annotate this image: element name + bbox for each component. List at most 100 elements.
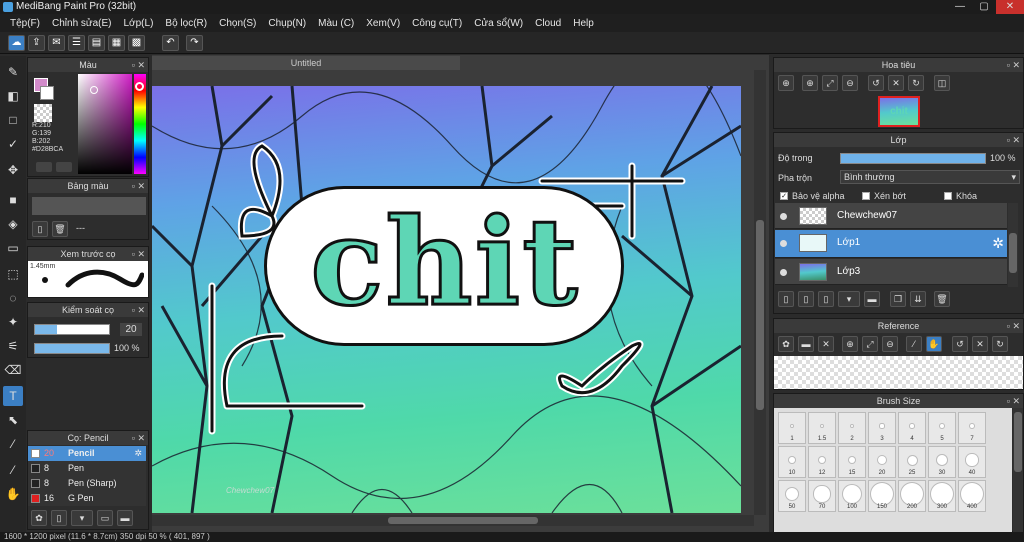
brush-tool-icon[interactable]: ✎ bbox=[3, 62, 23, 82]
new-layer-icon[interactable]: ▯ bbox=[778, 291, 794, 307]
menu-edit[interactable]: Chỉnh sửa(E) bbox=[46, 18, 118, 29]
reset-icon[interactable]: ✕ bbox=[888, 75, 904, 91]
document-tab[interactable]: Untitled bbox=[152, 56, 460, 70]
artwork-canvas[interactable]: chit Chewchew07 bbox=[152, 86, 741, 513]
brush-size-cell[interactable]: 2 bbox=[838, 412, 866, 444]
brush-size-cell[interactable]: 10 bbox=[778, 446, 806, 478]
eye-icon[interactable] bbox=[780, 269, 787, 276]
rotate-left-icon[interactable]: ↺ bbox=[952, 336, 968, 352]
protect-alpha-checkbox[interactable]: ✓ bbox=[780, 192, 788, 200]
layer-opacity-slider[interactable] bbox=[840, 153, 986, 164]
zoom-in-icon[interactable]: ⊕ bbox=[842, 336, 858, 352]
layer-row[interactable]: Lớp3 bbox=[775, 259, 1007, 285]
duplicate-layer-icon[interactable]: ❐ bbox=[890, 291, 906, 307]
page-icon[interactable]: ▤ bbox=[88, 35, 105, 51]
menu-view[interactable]: Xem(V) bbox=[360, 18, 406, 29]
brush-menu-icon[interactable]: ▾ bbox=[71, 510, 93, 526]
panel-close-icon[interactable]: ▫ ✕ bbox=[132, 179, 145, 193]
fit-icon[interactable]: ⤢ bbox=[822, 75, 838, 91]
panel-close-icon[interactable]: ▫ ✕ bbox=[132, 303, 145, 317]
brush-size-cell[interactable]: 150 bbox=[868, 480, 896, 512]
clipping-checkbox[interactable] bbox=[862, 192, 870, 200]
zoom-out-icon[interactable]: ⊖ bbox=[882, 336, 898, 352]
color-mode-button[interactable] bbox=[36, 162, 52, 172]
palette-strip[interactable] bbox=[32, 197, 146, 215]
brush-size-cell[interactable]: 70 bbox=[808, 480, 836, 512]
brush-size-scrollbar[interactable] bbox=[1013, 408, 1023, 532]
add-layer-menu-icon[interactable]: ▾ bbox=[838, 291, 860, 307]
select-pen-tool-icon[interactable]: ⚟ bbox=[3, 336, 23, 356]
cloud-icon[interactable]: ☁ bbox=[8, 35, 25, 51]
flip-icon[interactable]: ◫ bbox=[934, 75, 950, 91]
brush-size-cell[interactable]: 12 bbox=[808, 446, 836, 478]
pen-tool-icon[interactable]: ✓ bbox=[3, 134, 23, 154]
color-mode-button-2[interactable] bbox=[56, 162, 72, 172]
hand-tool-icon[interactable]: ✋ bbox=[3, 484, 23, 504]
new-layer-icon-3[interactable]: ▯ bbox=[818, 291, 834, 307]
vertical-scrollbar[interactable] bbox=[754, 70, 766, 515]
brush-size-cell[interactable]: 4 bbox=[898, 412, 926, 444]
panel-close-icon[interactable]: ▫ ✕ bbox=[1007, 58, 1020, 72]
brush-item[interactable]: 8 Pen (Sharp) bbox=[28, 476, 146, 491]
delete-layer-icon[interactable]: 🗑 bbox=[934, 291, 950, 307]
hand-icon[interactable]: ✋ bbox=[926, 336, 942, 352]
wand-tool-icon[interactable]: ⁄ bbox=[3, 460, 23, 480]
panel-close-icon[interactable]: ▫ ✕ bbox=[1007, 394, 1020, 408]
fill-rect-tool-icon[interactable]: ■ bbox=[3, 190, 23, 210]
panel-close-icon[interactable]: ▫ ✕ bbox=[132, 247, 145, 261]
saturation-value-picker[interactable] bbox=[78, 74, 132, 174]
rotate-left-icon[interactable]: ↺ bbox=[868, 75, 884, 91]
close-button[interactable]: ✕ bbox=[996, 0, 1024, 14]
share-icon[interactable]: ⇪ bbox=[28, 35, 45, 51]
eraser-tool-icon[interactable]: ◧ bbox=[3, 86, 23, 106]
folder-icon[interactable]: ▬ bbox=[864, 291, 880, 307]
move-tool-icon[interactable]: ✥ bbox=[3, 160, 23, 180]
menu-tools[interactable]: Công cụ(T) bbox=[406, 18, 468, 29]
panel-close-icon[interactable]: ▫ ✕ bbox=[1007, 133, 1020, 147]
brush-size-cell[interactable]: 100 bbox=[838, 480, 866, 512]
brush-size-cell[interactable]: 300 bbox=[928, 480, 956, 512]
panel-close-icon[interactable]: ▫ ✕ bbox=[132, 431, 145, 445]
select-tool-icon[interactable]: ⬚ bbox=[3, 264, 23, 284]
menu-file[interactable]: Tệp(F) bbox=[4, 18, 46, 29]
transparent-swatch[interactable] bbox=[34, 104, 52, 122]
magic-wand-tool-icon[interactable]: ✦ bbox=[3, 312, 23, 332]
operation-tool-icon[interactable]: ⬉ bbox=[3, 410, 23, 430]
layer-row[interactable]: Lớp1 ✲ bbox=[775, 230, 1007, 258]
merge-layer-icon[interactable]: ⇊ bbox=[910, 291, 926, 307]
brush-opacity-slider[interactable] bbox=[34, 343, 110, 354]
brush-item[interactable]: 8 Pen bbox=[28, 461, 146, 476]
maximize-button[interactable]: ▢ bbox=[972, 0, 996, 14]
add-brush-icon[interactable]: ✿ bbox=[31, 510, 47, 526]
zoom-out-icon[interactable]: ⊖ bbox=[842, 75, 858, 91]
menu-snap[interactable]: Chụp(N) bbox=[262, 18, 312, 29]
close-icon[interactable]: ✕ bbox=[818, 336, 834, 352]
minimize-button[interactable]: — bbox=[948, 0, 972, 14]
lock-checkbox[interactable] bbox=[944, 192, 952, 200]
brush-size-cell[interactable]: 1 bbox=[778, 412, 806, 444]
brush-item[interactable]: 20 Pencil ✲ bbox=[28, 446, 146, 461]
rectangle-tool-icon[interactable]: □ bbox=[3, 110, 23, 130]
blend-mode-select[interactable]: Bình thường ▾ bbox=[840, 170, 1020, 184]
text-tool-icon[interactable]: T bbox=[3, 386, 23, 406]
eye-icon[interactable] bbox=[780, 240, 787, 247]
comment-icon[interactable]: ✉ bbox=[48, 35, 65, 51]
brush-size-slider[interactable] bbox=[34, 324, 110, 335]
gear-icon[interactable]: ✲ bbox=[992, 235, 1004, 252]
zoom-in-icon[interactable]: ⊕ bbox=[802, 75, 818, 91]
copy-brush-icon[interactable]: ▯ bbox=[51, 510, 67, 526]
vertical-scroll-thumb[interactable] bbox=[756, 220, 764, 410]
delete-palette-icon[interactable]: 🗑 bbox=[52, 221, 68, 237]
brush-page-icon[interactable]: ▭ bbox=[97, 510, 113, 526]
select-eraser-tool-icon[interactable]: ⌫ bbox=[3, 360, 23, 380]
horizontal-scroll-thumb[interactable] bbox=[388, 517, 538, 524]
navigator-thumbnail[interactable]: chit bbox=[878, 96, 920, 127]
brush-size-scroll-thumb[interactable] bbox=[1014, 412, 1022, 472]
redo-icon[interactable]: ↷ bbox=[186, 35, 203, 51]
open-folder-icon[interactable]: ▬ bbox=[798, 336, 814, 352]
layer-scrollbar[interactable] bbox=[1008, 203, 1018, 287]
cloud-icon[interactable]: ✿ bbox=[778, 336, 794, 352]
chat-icon[interactable]: ☰ bbox=[68, 35, 85, 51]
brush-size-cell[interactable]: 20 bbox=[868, 446, 896, 478]
background-color-swatch[interactable] bbox=[40, 86, 54, 100]
